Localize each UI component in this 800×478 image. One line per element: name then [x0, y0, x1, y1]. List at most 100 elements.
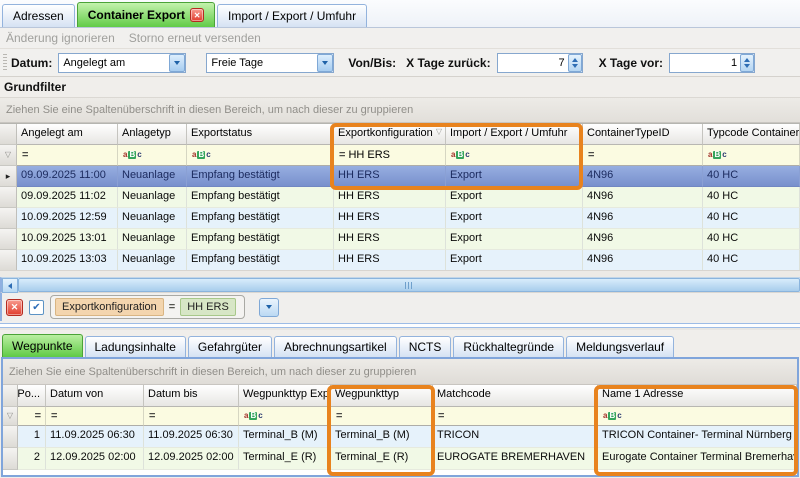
filter-chip[interactable]: Exportkonfiguration = HH ERS	[50, 295, 245, 319]
filter-cell-matchcode[interactable]: =	[433, 407, 598, 426]
filter-cell-datum-von[interactable]: =	[46, 407, 144, 426]
cell: 12.09.2025 02:00	[144, 448, 239, 470]
tab-abrechnungsartikel[interactable]: Abrechnungsartikel	[274, 336, 397, 357]
cell: HH ERS	[334, 229, 446, 250]
close-tab-icon[interactable]: ✕	[190, 8, 204, 22]
tab-meldungsverlauf[interactable]: Meldungsverlauf	[566, 336, 674, 357]
tab-ladungsinhalte[interactable]: Ladungsinhalte	[85, 336, 186, 357]
column-header-position[interactable]: Po...	[18, 385, 46, 407]
column-header-anlagetyp[interactable]: Anlagetyp	[118, 124, 187, 145]
filter-chip-value[interactable]: HH ERS	[180, 298, 236, 316]
zeitraum-combobox[interactable]: Freie Tage	[206, 53, 334, 73]
filter-cell-name-1-adresse[interactable]: aBc	[598, 407, 797, 426]
table-row[interactable]: ▸ 09.09.2025 11:00 Neuanlage Empfang bes…	[0, 166, 800, 187]
filter-dropdown-button[interactable]	[259, 298, 279, 317]
equals-filter-icon: =	[22, 149, 27, 161]
column-label: ContainerTypeID	[587, 127, 670, 139]
spinner-icon[interactable]	[740, 54, 754, 72]
column-header-import-export-umfuhr[interactable]: Import / Export / Umfuhr	[446, 124, 583, 145]
cell: Terminal_E (R)	[331, 448, 433, 470]
tage-zurueck-stepper[interactable]: 7	[497, 53, 583, 73]
filter-cell-typcode-container[interactable]: aBc	[703, 145, 800, 166]
filter-row-indicator[interactable]: ▽	[3, 407, 18, 426]
filter-cell-wegpunkttyp-exp[interactable]: aBc	[239, 407, 331, 426]
cell: Empfang bestätigt	[187, 250, 334, 270]
filter-cell-import-export-umfuhr[interactable]: aBc	[446, 145, 583, 166]
table-row[interactable]: 10.09.2025 13:03 Neuanlage Empfang bestä…	[0, 250, 800, 270]
row-indicator[interactable]	[3, 426, 18, 448]
table-row[interactable]: 10.09.2025 12:59 Neuanlage Empfang bestä…	[0, 208, 800, 229]
tab-ncts[interactable]: NCTS	[399, 336, 452, 357]
column-header-exportstatus[interactable]: Exportstatus	[187, 124, 334, 145]
row-indicator[interactable]	[0, 208, 17, 229]
filter-chip-field[interactable]: Exportkonfiguration	[55, 298, 164, 316]
tab-rueckhaltegruende[interactable]: Rückhaltegründe	[453, 336, 564, 357]
filter-cell-exportkonfiguration[interactable]: =HH ERS	[334, 145, 446, 166]
column-header-typcode-container[interactable]: Typcode Container	[703, 124, 800, 145]
column-header-name-1-adresse[interactable]: Name 1 Adresse	[598, 385, 797, 407]
column-header-datum-bis[interactable]: Datum bis	[144, 385, 239, 407]
scrollbar-thumb[interactable]	[18, 278, 800, 292]
cell: HH ERS	[334, 208, 446, 229]
datum-combobox[interactable]: Angelegt am	[58, 53, 186, 73]
filter-cell-angelegt-am[interactable]: =	[17, 145, 118, 166]
filter-value: HH ERS	[348, 149, 390, 161]
cell: Neuanlage	[118, 229, 187, 250]
tab-gefahrgueter[interactable]: Gefahrgüter	[188, 336, 272, 357]
tage-vor-stepper[interactable]: 1	[669, 53, 755, 73]
column-header-wegpunkttyp-exp[interactable]: Wegpunkttyp Exp...	[239, 385, 331, 407]
row-indicator[interactable]	[0, 250, 17, 270]
table-row[interactable]: 1 11.09.2025 06:30 11.09.2025 06:30 Term…	[3, 426, 797, 448]
table-row[interactable]: 10.09.2025 13:01 Neuanlage Empfang bestä…	[0, 229, 800, 250]
spinner-icon[interactable]	[568, 54, 582, 72]
row-indicator[interactable]	[0, 229, 17, 250]
column-header-exportkonfiguration[interactable]: Exportkonfiguration▽	[334, 124, 446, 145]
tab-import-export-umfuhr[interactable]: Import / Export / Umfuhr	[217, 4, 367, 27]
column-header-containertypeid[interactable]: ContainerTypeID	[583, 124, 703, 145]
chevron-down-icon[interactable]	[317, 54, 333, 72]
group-by-panel[interactable]: Ziehen Sie eine Spaltenüberschrift in di…	[0, 98, 800, 123]
tab-adressen[interactable]: Adressen	[2, 4, 75, 27]
column-header-angelegt-am[interactable]: Angelegt am	[17, 124, 118, 145]
cell: 2	[18, 448, 46, 470]
equals-filter-icon: =	[588, 149, 593, 161]
menu-storno-erneut-versenden[interactable]: Storno erneut versenden	[129, 31, 261, 45]
row-indicator[interactable]	[3, 448, 18, 470]
equals-filter-icon: =	[149, 410, 154, 422]
grundfilter-label: Grundfilter	[4, 80, 66, 94]
filter-row-indicator[interactable]: ▽	[0, 145, 17, 166]
tab-wegpunkte[interactable]: Wegpunkte	[2, 334, 83, 357]
toolbar-grip-icon[interactable]	[3, 54, 7, 72]
remove-filter-button[interactable]: ✕	[6, 299, 23, 316]
filter-cell-anlagetyp[interactable]: aBc	[118, 145, 187, 166]
filter-enabled-checkbox[interactable]: ✔	[29, 300, 44, 315]
panel-splitter[interactable]	[0, 321, 800, 330]
column-header-wegpunkttyp[interactable]: Wegpunkttyp	[331, 385, 433, 407]
column-header-matchcode[interactable]: Matchcode	[433, 385, 598, 407]
cell: Terminal_B (M)	[239, 426, 331, 448]
filter-cell-datum-bis[interactable]: =	[144, 407, 239, 426]
scroll-left-arrow-icon[interactable]	[2, 278, 18, 293]
group-by-panel[interactable]: Ziehen Sie eine Spaltenüberschrift in di…	[3, 359, 797, 385]
row-indicator[interactable]: ▸	[0, 166, 17, 187]
filter-cell-exportstatus[interactable]: aBc	[187, 145, 334, 166]
row-indicator[interactable]	[0, 187, 17, 208]
column-label: Wegpunkttyp Exp...	[243, 388, 331, 400]
filter-cell-containertypeid[interactable]: =	[583, 145, 703, 166]
table-row[interactable]: 09.09.2025 11:02 Neuanlage Empfang bestä…	[0, 187, 800, 208]
filter-cell-wegpunkttyp[interactable]: =	[331, 407, 433, 426]
column-label: Anlagetyp	[122, 127, 171, 139]
horizontal-scrollbar[interactable]	[0, 277, 800, 292]
menu-aenderung-ignorieren[interactable]: Änderung ignorieren	[6, 31, 115, 45]
header-indicator	[3, 385, 18, 407]
cell: 11.09.2025 06:30	[46, 426, 144, 448]
cell: Export	[446, 166, 583, 187]
chevron-down-icon[interactable]	[169, 54, 185, 72]
cell: 40 HC	[703, 208, 800, 229]
filter-funnel-icon[interactable]: ▽	[436, 127, 442, 136]
table-row[interactable]: 2 12.09.2025 02:00 12.09.2025 02:00 Term…	[3, 448, 797, 470]
filter-cell-position[interactable]: =	[18, 407, 46, 426]
column-header-datum-von[interactable]: Datum von	[46, 385, 144, 407]
grundfilter-section-header[interactable]: Grundfilter	[0, 77, 800, 98]
tab-container-export[interactable]: Container Export ✕	[77, 2, 215, 27]
